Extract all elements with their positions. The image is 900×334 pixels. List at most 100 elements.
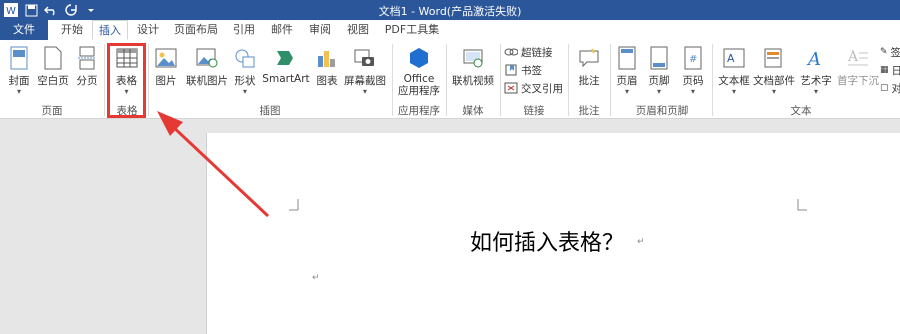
wordart-button[interactable]: A 艺术字 ▾ xyxy=(796,43,836,101)
date-time-button[interactable]: ▦ 日 xyxy=(880,62,900,78)
text-box-button[interactable]: A 文本框 ▾ xyxy=(716,43,752,101)
footer-button[interactable]: 页脚 ▾ xyxy=(646,43,672,101)
comment-label: 批注 xyxy=(578,75,600,87)
office-apps-icon xyxy=(407,45,431,71)
object-button[interactable]: ▢ 对 xyxy=(880,80,900,96)
tab-design[interactable]: 设计 xyxy=(132,20,164,40)
tab-view[interactable]: 视图 xyxy=(342,20,374,40)
ribbon-tabs: 文件 开始 插入 设计 页面布局 引用 邮件 审阅 视图 PDF工具集 xyxy=(0,20,900,41)
text-box-icon: A xyxy=(722,45,746,71)
page-number-icon: # xyxy=(681,45,705,71)
cover-page-label: 封面 xyxy=(8,75,30,87)
chart-icon xyxy=(315,45,339,71)
tab-home[interactable]: 开始 xyxy=(54,20,90,40)
pictures-button[interactable]: 图片 xyxy=(152,43,180,101)
shapes-button[interactable]: 形状 ▾ xyxy=(232,43,258,101)
quick-parts-button[interactable]: 文档部件 ▾ xyxy=(752,43,796,101)
online-pictures-button[interactable]: 联机图片 xyxy=(182,43,232,101)
quick-parts-label: 文档部件 xyxy=(753,75,795,87)
cover-page-button[interactable]: 封面 ▾ xyxy=(4,43,34,101)
header-label: 页眉 xyxy=(616,75,638,87)
screenshot-label: 屏幕截图 xyxy=(344,75,386,87)
header-button[interactable]: 页眉 ▾ xyxy=(614,43,640,101)
group-separator xyxy=(712,44,713,116)
shapes-label: 形状 xyxy=(234,75,256,87)
group-label-comments: 批注 xyxy=(578,105,600,117)
group-label-illustrations: 插图 xyxy=(259,105,281,117)
online-picture-icon xyxy=(195,45,219,71)
signature-line-label: 签 xyxy=(890,46,900,59)
picture-icon xyxy=(154,45,178,71)
document-heading: 如何插入表格？ xyxy=(470,231,625,256)
signature-line-button[interactable]: ✎ 签 xyxy=(880,44,900,60)
group-label-pages: 页面 xyxy=(41,105,63,117)
tab-insert[interactable]: 插入 xyxy=(92,20,128,40)
page-number-button[interactable]: # 页码 ▾ xyxy=(680,43,706,101)
tab-review[interactable]: 审阅 xyxy=(304,20,336,40)
margin-corner-mark xyxy=(289,199,299,211)
cross-reference-label: 交叉引用 xyxy=(521,82,563,95)
smartart-label: SmartArt xyxy=(262,73,310,85)
bookmark-button[interactable]: 书签 xyxy=(504,62,542,78)
pictures-label: 图片 xyxy=(155,75,177,87)
chart-button[interactable]: 图表 xyxy=(314,43,340,101)
chart-label: 图表 xyxy=(316,75,338,87)
office-apps-label: Office 应用程序 xyxy=(398,73,440,97)
smartart-icon xyxy=(274,45,298,71)
drop-cap-button[interactable]: A 首字下沉 xyxy=(836,43,880,101)
text-box-label: 文本框 xyxy=(718,75,750,87)
wordart-icon: A xyxy=(804,45,828,71)
screenshot-button[interactable]: 屏幕截图 ▾ xyxy=(342,43,388,101)
office-apps-button[interactable]: Office 应用程序 xyxy=(396,43,442,101)
hyperlink-button[interactable]: 超链接 xyxy=(504,44,553,60)
page-break-label: 分页 xyxy=(76,75,98,87)
tab-references[interactable]: 引用 xyxy=(228,20,260,40)
date-time-icon: ▦ xyxy=(880,65,889,75)
document-page[interactable]: 如何插入表格？ ↵ ↵ xyxy=(206,133,900,334)
quick-parts-icon xyxy=(762,45,786,71)
online-pictures-label: 联机图片 xyxy=(186,75,228,87)
bookmark-icon xyxy=(505,64,517,76)
window-title: 文档1 - Word(产品激活失败) xyxy=(378,5,522,18)
comment-icon xyxy=(577,45,601,71)
object-label: 对 xyxy=(891,82,900,95)
blank-page-icon xyxy=(41,45,65,71)
group-separator xyxy=(568,44,569,116)
document-area: 如何插入表格？ ↵ ↵ xyxy=(0,119,900,334)
drop-cap-label: 首字下沉 xyxy=(837,75,879,87)
online-video-icon xyxy=(461,45,485,71)
shapes-icon xyxy=(233,45,257,71)
text-cursor: ↵ xyxy=(312,273,320,283)
tab-mailings[interactable]: 邮件 xyxy=(266,20,298,40)
group-label-text: 文本 xyxy=(790,105,812,117)
page-break-button[interactable]: 分页 xyxy=(74,43,100,101)
group-label-apps: 应用程序 xyxy=(398,105,440,117)
cross-reference-button[interactable]: 交叉引用 xyxy=(504,80,563,96)
footer-label: 页脚 xyxy=(648,75,670,87)
group-separator xyxy=(148,44,149,116)
drop-cap-icon: A xyxy=(846,45,870,71)
group-label-media: 媒体 xyxy=(462,105,484,117)
blank-page-button[interactable]: 空白页 xyxy=(36,43,70,101)
object-icon: ▢ xyxy=(880,83,889,93)
online-video-button[interactable]: 联机视频 xyxy=(450,43,496,101)
title-bar: W 文档1 - Word(产品激活失败) xyxy=(0,0,900,20)
blank-page-label: 空白页 xyxy=(37,75,69,87)
cross-reference-icon xyxy=(504,82,518,94)
page-number-label: 页码 xyxy=(682,75,704,87)
online-video-label: 联机视频 xyxy=(452,75,494,87)
tab-file[interactable]: 文件 xyxy=(0,20,48,40)
paragraph-mark: ↵ xyxy=(637,237,645,247)
smartart-button[interactable]: SmartArt xyxy=(262,43,310,101)
page-break-icon xyxy=(75,45,99,71)
tab-pdf-tools[interactable]: PDF工具集 xyxy=(380,20,444,40)
group-separator xyxy=(446,44,447,116)
tab-page-layout[interactable]: 页面布局 xyxy=(168,20,224,40)
header-icon xyxy=(615,45,639,71)
hyperlink-label: 超链接 xyxy=(521,46,553,59)
comment-button[interactable]: 批注 xyxy=(572,43,606,101)
footer-icon xyxy=(647,45,671,71)
group-label-links: 链接 xyxy=(523,105,545,117)
group-separator xyxy=(392,44,393,116)
svg-text:A: A xyxy=(806,49,821,69)
